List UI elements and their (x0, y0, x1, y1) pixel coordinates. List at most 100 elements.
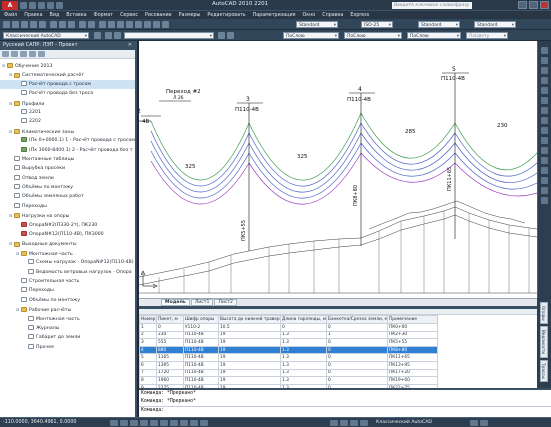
table-row[interactable]: 6 1395 П110-4В 19 1.3 0 ПК13+95 (139, 360, 438, 370)
layer-state-icon[interactable] (114, 32, 121, 39)
table-cell[interactable]: 19 (218, 338, 281, 347)
table-cell[interactable]: 1.3 (280, 330, 327, 340)
tree-item[interactable]: Вырубка просеки (0, 164, 135, 173)
column-header[interactable]: Номер (139, 315, 157, 324)
new-item-icon[interactable] (2, 51, 9, 57)
table-cell[interactable]: ПК11+65 (387, 353, 438, 362)
tree-item[interactable]: Ведомость ветровых нагрузок - Опора (0, 268, 135, 277)
table-cell[interactable]: ПК8+80 (387, 345, 438, 355)
lineweight-combo[interactable]: ПоСлою (407, 32, 461, 39)
array-icon[interactable] (541, 87, 548, 94)
table-cell[interactable]: 555 (156, 338, 184, 347)
qp-toggle[interactable] (200, 420, 208, 426)
table-cell[interactable]: 19 (218, 345, 281, 355)
menu-item[interactable]: Размеры (179, 13, 201, 18)
menu-item[interactable]: Express (350, 13, 369, 18)
table-cell[interactable]: 1.3 (280, 360, 327, 370)
workspace-combo[interactable]: Классический AutoCAD (3, 32, 89, 39)
tab-model[interactable]: Модель (161, 299, 190, 306)
pan-status-icon[interactable] (350, 420, 358, 426)
polar-toggle[interactable] (140, 420, 148, 426)
tree-item[interactable]: Габарит до земли (0, 333, 135, 342)
tree-item[interactable]: ОпораN#12(П110-4В), ПК3000 (0, 230, 135, 239)
copy-icon[interactable] (59, 21, 66, 28)
tree-item[interactable]: ⊟ Выходные документы (0, 239, 135, 248)
break-icon[interactable] (541, 157, 548, 164)
tree-item[interactable]: ⊟ Рабочие расчёты (0, 305, 135, 314)
table-cell[interactable]: 4 (139, 345, 157, 355)
menu-item[interactable]: Вставка (66, 13, 86, 18)
tree-item[interactable]: 2202 (0, 117, 135, 126)
menu-item[interactable]: Параметризация (253, 13, 296, 18)
tree-item[interactable]: Переходы (0, 286, 135, 295)
refresh-icon[interactable] (29, 51, 36, 57)
table-cell[interactable]: 1.3 (280, 338, 327, 347)
table-cell[interactable]: 10.5 (218, 323, 281, 332)
table-cell[interactable]: 5 (139, 353, 157, 362)
layer-previous-icon[interactable] (227, 32, 234, 39)
scale-icon[interactable] (541, 117, 548, 124)
move-icon[interactable] (541, 97, 548, 104)
layer-properties-icon[interactable] (105, 32, 112, 39)
tree-item[interactable]: Строительная часть (0, 277, 135, 286)
tab-sheet2[interactable]: Лист2 (214, 299, 237, 306)
table-cell[interactable]: П110-4В (183, 376, 219, 385)
tree-item[interactable]: ⊟ Нагрузки на опоры (0, 211, 135, 220)
table-row[interactable]: 3 555 П110-4В 19 1.3 0 ПК5+55 (139, 338, 438, 347)
new-icon[interactable] (3, 21, 10, 28)
paste-icon[interactable] (68, 21, 75, 28)
table-cell[interactable]: 1.3 (280, 368, 327, 378)
table-cell[interactable]: У110-2 (183, 323, 219, 332)
table-cell[interactable]: 0 (280, 323, 327, 332)
properties-icon[interactable] (126, 21, 133, 28)
save-icon[interactable] (38, 2, 45, 9)
menu-item[interactable]: Формат (94, 13, 113, 18)
stretch-icon[interactable] (541, 127, 548, 134)
quick-view-icon[interactable] (340, 420, 348, 426)
menu-item[interactable]: Рисование (145, 13, 172, 18)
pan-icon[interactable] (99, 21, 106, 28)
save-icon[interactable] (21, 21, 28, 28)
explode-icon[interactable] (541, 197, 548, 204)
column-header[interactable]: Длина гирлянды, м (280, 315, 327, 324)
table-cell[interactable]: 1 (326, 330, 388, 340)
command-input[interactable]: Команда: (139, 406, 551, 414)
table-cell[interactable]: ПК13+95 (387, 360, 438, 370)
model-space-icon[interactable] (330, 420, 338, 426)
mirror-icon[interactable] (541, 67, 548, 74)
table-cell[interactable]: 19 (218, 360, 281, 370)
clean-screen-icon[interactable] (480, 420, 488, 426)
menu-item[interactable]: Файл (4, 13, 17, 18)
tree-item[interactable]: Отвод земли (0, 174, 135, 183)
preview-icon[interactable] (39, 21, 46, 28)
maximize-button[interactable] (529, 1, 538, 9)
menu-item[interactable]: Редактировать (207, 13, 245, 18)
table-cell[interactable]: 3 (139, 338, 157, 347)
table-row[interactable]: 1 0 У110-2 10.5 0 0 ПК0+00 (139, 323, 438, 332)
table-row[interactable]: 4 880 П110-4В 19 1.3 0 ПК8+80 (139, 345, 438, 355)
tree-item[interactable]: 2201 (0, 108, 135, 117)
undo-icon[interactable] (79, 21, 86, 28)
column-header[interactable]: Шифр опоры (183, 315, 219, 324)
table-cell[interactable]: 6 (139, 360, 157, 370)
tree-item[interactable]: Расчёт провода без троса (0, 89, 135, 98)
table-cell[interactable]: 1165 (156, 353, 184, 362)
table-cell[interactable]: 880 (156, 345, 184, 355)
tree-item[interactable]: (Пк 3000-8400.1) 2 - Расчёт провода без … (0, 146, 135, 155)
erase-icon[interactable] (541, 47, 548, 54)
tree-item[interactable]: Переходы (0, 202, 135, 211)
tree-item[interactable]: (Пк 0+0000.1) 1 - Расчёт провода с тросо… (0, 136, 135, 145)
table-cell[interactable]: 230 (156, 330, 184, 340)
linetype-combo[interactable]: ПоСлою (344, 32, 402, 39)
cut-icon[interactable] (50, 21, 57, 28)
table-cell[interactable]: 1395 (156, 360, 184, 370)
table-cell[interactable]: 19 (218, 353, 281, 362)
dyn-toggle[interactable] (180, 420, 188, 426)
offset-icon[interactable] (541, 77, 548, 84)
table-cell[interactable]: 8 (139, 376, 157, 385)
snap-toggle[interactable] (110, 420, 118, 426)
minimize-button[interactable] (518, 1, 527, 9)
tree-item[interactable]: ⊟ Климатические зоны (0, 127, 135, 136)
table-cell[interactable]: П110-4В (183, 345, 219, 355)
tree-item[interactable]: Расчёт провода с тросом (0, 79, 135, 90)
